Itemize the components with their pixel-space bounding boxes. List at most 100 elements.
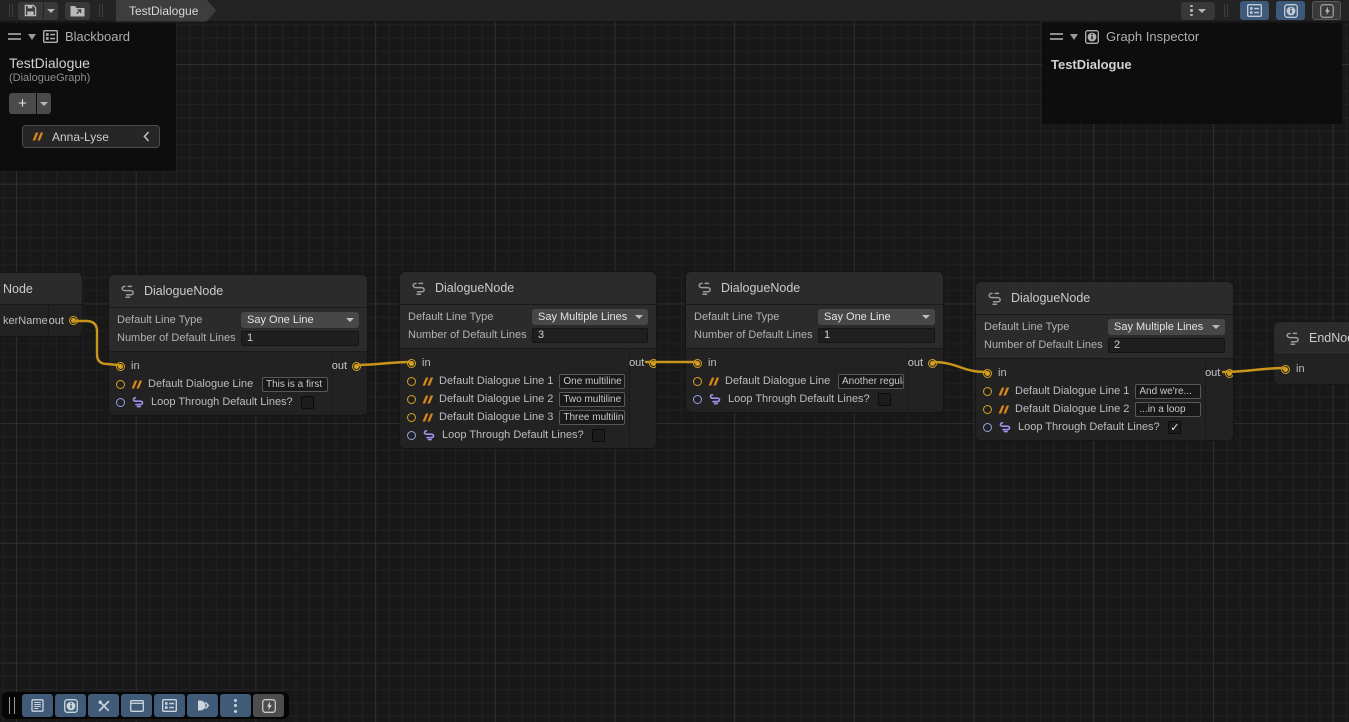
- variable-name: Anna-Lyse: [52, 130, 109, 144]
- save-dropdown-button[interactable]: [44, 2, 58, 20]
- loop-checkbox[interactable]: [878, 393, 891, 406]
- add-variable-button[interactable]: +: [9, 93, 36, 114]
- loop-port-label: Loop Through Default Lines?: [151, 396, 293, 408]
- add-variable-dropdown[interactable]: [37, 93, 51, 114]
- loop-checkbox[interactable]: [592, 429, 605, 442]
- line-port[interactable]: [983, 405, 992, 414]
- dialogue-node-4[interactable]: DialogueNode Default Line Type Say Multi…: [975, 281, 1234, 441]
- line-type-dropdown[interactable]: Say Multiple Lines: [1108, 319, 1225, 335]
- input-port[interactable]: [116, 362, 125, 371]
- loop-port[interactable]: [116, 398, 125, 407]
- dialogue-node-1[interactable]: DialogueNode Default Line Type Say One L…: [108, 274, 368, 416]
- toolbar-separator: [1224, 4, 1228, 17]
- start-node-partial[interactable]: Node kerName out: [0, 272, 83, 337]
- dialogue-node-icon: [410, 281, 427, 296]
- inspector-toggle-button[interactable]: [1276, 1, 1305, 20]
- tools-button[interactable]: [88, 694, 119, 717]
- line-text-field[interactable]: Three multiline: [559, 410, 625, 425]
- toolbar-drag-handle: [9, 4, 13, 17]
- out-port-label: out: [1205, 367, 1220, 379]
- line-type-dropdown[interactable]: Say Multiple Lines: [532, 309, 648, 325]
- graph-canvas[interactable]: TestDialogue Blackboard TestD: [0, 0, 1349, 722]
- num-lines-label: Number of Default Lines: [408, 329, 532, 341]
- line-port[interactable]: [407, 413, 416, 422]
- conditions-button[interactable]: [253, 694, 284, 717]
- collapse-triangle-icon[interactable]: [1070, 34, 1078, 40]
- dialogue-node-icon: [986, 291, 1003, 306]
- num-lines-field[interactable]: 2: [1108, 338, 1225, 353]
- line-port[interactable]: [116, 380, 125, 389]
- line-type-dropdown[interactable]: Say One Line: [241, 312, 359, 328]
- preview-button[interactable]: [187, 694, 218, 717]
- drag-handle-icon[interactable]: [9, 697, 15, 714]
- collapse-triangle-icon[interactable]: [28, 34, 36, 40]
- line-port[interactable]: [693, 377, 702, 386]
- input-port[interactable]: [1281, 365, 1290, 374]
- speaker-name-field-partial[interactable]: kerName: [0, 315, 48, 327]
- chevron-down-icon: [922, 315, 930, 319]
- graph-inspector-header[interactable]: Graph Inspector: [1042, 23, 1342, 50]
- output-port[interactable]: [928, 359, 937, 368]
- breadcrumb-tab[interactable]: TestDialogue: [116, 0, 216, 22]
- num-lines-field[interactable]: 1: [241, 331, 359, 346]
- line-text-field[interactable]: One multiline: [559, 374, 625, 389]
- blackboard-icon: [1247, 4, 1262, 17]
- line-text-field[interactable]: Two multiline: [559, 392, 625, 407]
- window-icon: [130, 700, 144, 712]
- drag-handle-icon[interactable]: [1050, 33, 1063, 40]
- loop-icon: [708, 393, 722, 405]
- output-port[interactable]: [1225, 369, 1233, 378]
- dialogue-node-2[interactable]: DialogueNode Default Line Type Say Multi…: [399, 271, 657, 449]
- save-button[interactable]: [18, 2, 43, 20]
- line-port[interactable]: [407, 377, 416, 386]
- loop-checkbox[interactable]: [301, 396, 314, 409]
- line-port[interactable]: [983, 387, 992, 396]
- loop-port-label: Loop Through Default Lines?: [442, 429, 584, 441]
- dialogue-node-3[interactable]: DialogueNode Default Line Type Say One L…: [685, 271, 944, 413]
- kebab-icon: [234, 699, 237, 713]
- output-port[interactable]: [352, 362, 361, 371]
- blackboard-header[interactable]: Blackboard: [0, 23, 176, 50]
- output-port[interactable]: [649, 359, 656, 368]
- line-text-field[interactable]: Another regular: [838, 374, 904, 389]
- more-options-button[interactable]: [220, 694, 251, 717]
- line-port-label: Default Dialogue Line 1: [439, 375, 553, 387]
- end-node[interactable]: EndNode in: [1273, 321, 1349, 385]
- inspector-button[interactable]: [55, 694, 86, 717]
- input-port[interactable]: [983, 369, 992, 378]
- open-asset-button[interactable]: [65, 2, 90, 20]
- line-port[interactable]: [407, 395, 416, 404]
- in-port-label: in: [708, 357, 717, 369]
- blackboard-button[interactable]: [154, 694, 185, 717]
- drag-handle-icon[interactable]: [8, 33, 21, 40]
- blackboard-icon: [43, 30, 58, 43]
- inspector-selected-name: TestDialogue: [1042, 50, 1342, 79]
- line-text-field[interactable]: This is a first: [262, 377, 328, 392]
- line-text-field[interactable]: ...in a loop: [1135, 402, 1201, 417]
- asset-details-button[interactable]: [22, 694, 53, 717]
- input-port[interactable]: [407, 359, 416, 368]
- num-lines-label: Number of Default Lines: [984, 339, 1108, 351]
- chevron-down-icon: [1198, 9, 1206, 13]
- blackboard-toggle-button[interactable]: [1240, 1, 1269, 20]
- num-lines-field[interactable]: 1: [818, 328, 935, 343]
- loop-port-label: Loop Through Default Lines?: [728, 393, 870, 405]
- conditions-toggle-button[interactable]: [1312, 1, 1341, 20]
- loop-port[interactable]: [407, 431, 416, 440]
- window-button[interactable]: [121, 694, 152, 717]
- loop-port[interactable]: [693, 395, 702, 404]
- line-text-field[interactable]: And we're...: [1135, 384, 1201, 399]
- node-properties: Default Line Type Say One Line Number of…: [686, 304, 943, 348]
- line-type-dropdown[interactable]: Say One Line: [818, 309, 935, 325]
- loop-port[interactable]: [983, 423, 992, 432]
- num-lines-field[interactable]: 3: [532, 328, 648, 343]
- loop-checkbox[interactable]: [1168, 421, 1181, 434]
- spark-icon: [1320, 4, 1334, 18]
- chevron-left-icon[interactable]: [143, 131, 150, 142]
- quote-icon: [998, 387, 1009, 396]
- options-menu-button[interactable]: [1181, 2, 1215, 20]
- blackboard-variable-anna-lyse[interactable]: Anna-Lyse: [22, 125, 160, 148]
- input-port[interactable]: [693, 359, 702, 368]
- dialogue-node-icon: [119, 284, 136, 299]
- output-port[interactable]: [69, 316, 78, 325]
